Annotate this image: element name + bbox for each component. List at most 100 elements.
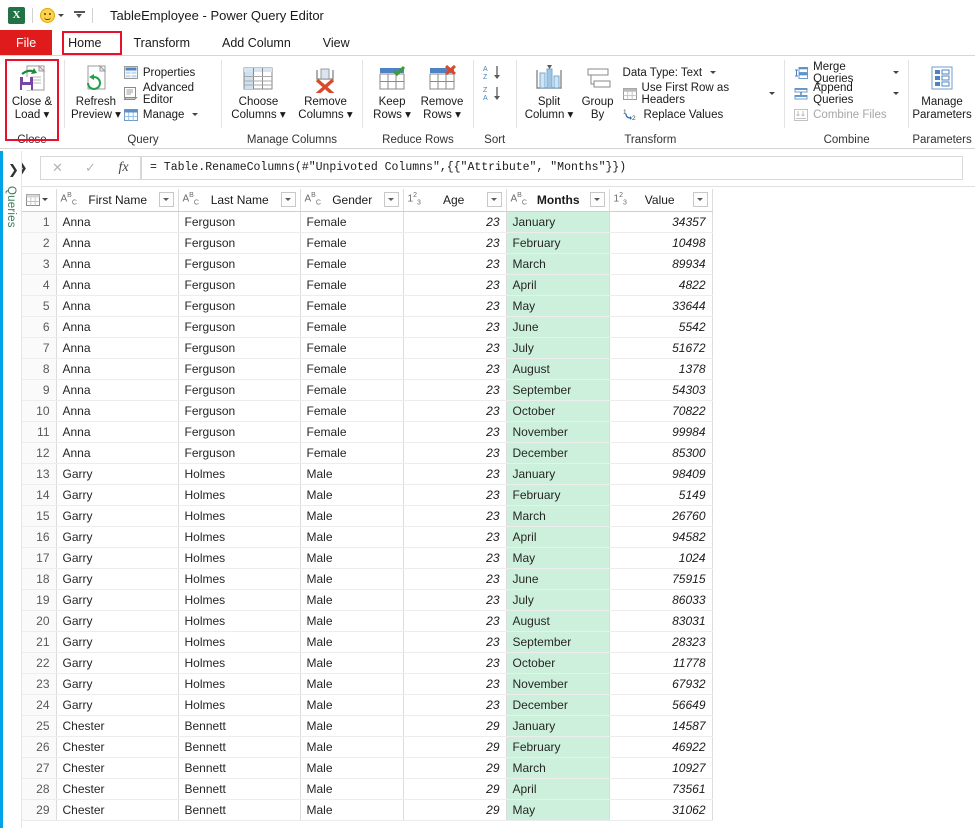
cell-value[interactable]: 83031: [609, 610, 713, 632]
table-row[interactable]: 25 Chester Bennett Male 29 January 14587: [22, 715, 713, 737]
cell-months[interactable]: February: [506, 736, 610, 758]
table-row[interactable]: 4 Anna Ferguson Female 23 April 4822: [22, 274, 713, 296]
cell-first-name[interactable]: Anna: [56, 316, 179, 338]
cell-value[interactable]: 56649: [609, 694, 713, 716]
cell-gender[interactable]: Female: [300, 295, 404, 317]
tab-file[interactable]: File: [0, 30, 53, 56]
tab-add-column[interactable]: Add Column: [206, 30, 307, 56]
table-row[interactable]: 12 Anna Ferguson Female 23 December 85300: [22, 442, 713, 464]
cell-value[interactable]: 26760: [609, 505, 713, 527]
cell-first-name[interactable]: Garry: [56, 526, 179, 548]
row-number-cell[interactable]: 14: [22, 484, 57, 506]
cell-gender[interactable]: Male: [300, 589, 404, 611]
cell-last-name[interactable]: Ferguson: [178, 295, 301, 317]
tab-transform[interactable]: Transform: [118, 30, 207, 56]
row-number-cell[interactable]: 29: [22, 799, 57, 821]
cell-months[interactable]: September: [506, 379, 610, 401]
table-row[interactable]: 1 Anna Ferguson Female 23 January 34357: [22, 211, 713, 233]
cell-months[interactable]: May: [506, 295, 610, 317]
quick-access-toolbar-button[interactable]: [72, 10, 85, 20]
choose-columns-button[interactable]: Choose Columns ▾: [228, 60, 289, 121]
data-type-button[interactable]: Data Type: Text: [620, 62, 779, 83]
cell-age[interactable]: 23: [403, 358, 507, 380]
table-corner-header[interactable]: [22, 189, 57, 212]
cell-value[interactable]: 67932: [609, 673, 713, 695]
split-column-button[interactable]: Split Column ▾: [522, 60, 575, 121]
cell-age[interactable]: 23: [403, 379, 507, 401]
cell-value[interactable]: 54303: [609, 379, 713, 401]
column-header-value[interactable]: 123 Value: [609, 189, 713, 212]
cell-age[interactable]: 23: [403, 568, 507, 590]
cell-months[interactable]: May: [506, 547, 610, 569]
remove-columns-button[interactable]: Remove Columns ▾: [295, 60, 356, 121]
cell-last-name[interactable]: Holmes: [178, 610, 301, 632]
cell-gender[interactable]: Male: [300, 673, 404, 695]
table-row[interactable]: 3 Anna Ferguson Female 23 March 89934: [22, 253, 713, 275]
column-header-last-name[interactable]: ABC Last Name: [178, 189, 301, 212]
table-row[interactable]: 22 Garry Holmes Male 23 October 11778: [22, 652, 713, 674]
table-row[interactable]: 18 Garry Holmes Male 23 June 75915: [22, 568, 713, 590]
cell-first-name[interactable]: Anna: [56, 337, 179, 359]
cell-gender[interactable]: Male: [300, 568, 404, 590]
row-number-cell[interactable]: 16: [22, 526, 57, 548]
remove-rows-button[interactable]: Remove Rows ▾: [417, 60, 467, 121]
cell-months[interactable]: April: [506, 778, 610, 800]
table-row[interactable]: 29 Chester Bennett Male 29 May 31062: [22, 799, 713, 821]
row-number-cell[interactable]: 10: [22, 400, 57, 422]
cell-months[interactable]: December: [506, 694, 610, 716]
cell-first-name[interactable]: Chester: [56, 736, 179, 758]
cell-gender[interactable]: Male: [300, 757, 404, 779]
cell-age[interactable]: 23: [403, 505, 507, 527]
replace-values-button[interactable]: 1 2 Replace Values: [620, 104, 779, 125]
row-number-cell[interactable]: 4: [22, 274, 57, 296]
row-number-cell[interactable]: 17: [22, 547, 57, 569]
cell-first-name[interactable]: Garry: [56, 568, 179, 590]
accept-icon[interactable]: ✓: [74, 157, 107, 179]
manage-parameters-button[interactable]: Manage Parameters: [912, 60, 972, 121]
cell-months[interactable]: July: [506, 589, 610, 611]
row-number-cell[interactable]: 18: [22, 568, 57, 590]
column-header-months[interactable]: ABC Months: [506, 189, 610, 212]
cell-gender[interactable]: Male: [300, 484, 404, 506]
cell-first-name[interactable]: Garry: [56, 631, 179, 653]
cell-first-name[interactable]: Chester: [56, 757, 179, 779]
keep-rows-button[interactable]: Keep Rows ▾: [369, 60, 415, 121]
cell-age[interactable]: 23: [403, 316, 507, 338]
row-number-cell[interactable]: 6: [22, 316, 57, 338]
filter-dropdown-icon[interactable]: [158, 192, 174, 208]
table-row[interactable]: 21 Garry Holmes Male 23 September 28323: [22, 631, 713, 653]
cell-value[interactable]: 1378: [609, 358, 713, 380]
cell-age[interactable]: 23: [403, 274, 507, 296]
cell-months[interactable]: November: [506, 421, 610, 443]
cell-first-name[interactable]: Garry: [56, 505, 179, 527]
append-queries-button[interactable]: Append Queries: [791, 82, 902, 106]
cell-age[interactable]: 23: [403, 211, 507, 233]
cell-months[interactable]: September: [506, 631, 610, 653]
cell-first-name[interactable]: Anna: [56, 295, 179, 317]
row-number-cell[interactable]: 13: [22, 463, 57, 485]
column-header-gender[interactable]: ABC Gender: [300, 189, 404, 212]
cell-age[interactable]: 23: [403, 631, 507, 653]
cell-last-name[interactable]: Ferguson: [178, 421, 301, 443]
cell-age[interactable]: 23: [403, 253, 507, 275]
cell-last-name[interactable]: Holmes: [178, 547, 301, 569]
cell-age[interactable]: 29: [403, 757, 507, 779]
row-number-cell[interactable]: 3: [22, 253, 57, 275]
data-preview-grid[interactable]: ABC First Name ABC Last Name ABC Gender …: [22, 189, 975, 828]
cell-last-name[interactable]: Bennett: [178, 757, 301, 779]
cell-gender[interactable]: Female: [300, 442, 404, 464]
cell-first-name[interactable]: Anna: [56, 379, 179, 401]
cell-last-name[interactable]: Ferguson: [178, 400, 301, 422]
cell-gender[interactable]: Female: [300, 358, 404, 380]
cell-last-name[interactable]: Ferguson: [178, 358, 301, 380]
column-header-age[interactable]: 123 Age: [403, 189, 507, 212]
row-number-cell[interactable]: 19: [22, 589, 57, 611]
table-row[interactable]: 5 Anna Ferguson Female 23 May 33644: [22, 295, 713, 317]
table-row[interactable]: 9 Anna Ferguson Female 23 September 54303: [22, 379, 713, 401]
cell-gender[interactable]: Male: [300, 736, 404, 758]
cell-last-name[interactable]: Bennett: [178, 799, 301, 821]
cell-age[interactable]: 29: [403, 736, 507, 758]
cell-months[interactable]: November: [506, 673, 610, 695]
tab-view[interactable]: View: [307, 30, 366, 56]
cell-value[interactable]: 5149: [609, 484, 713, 506]
